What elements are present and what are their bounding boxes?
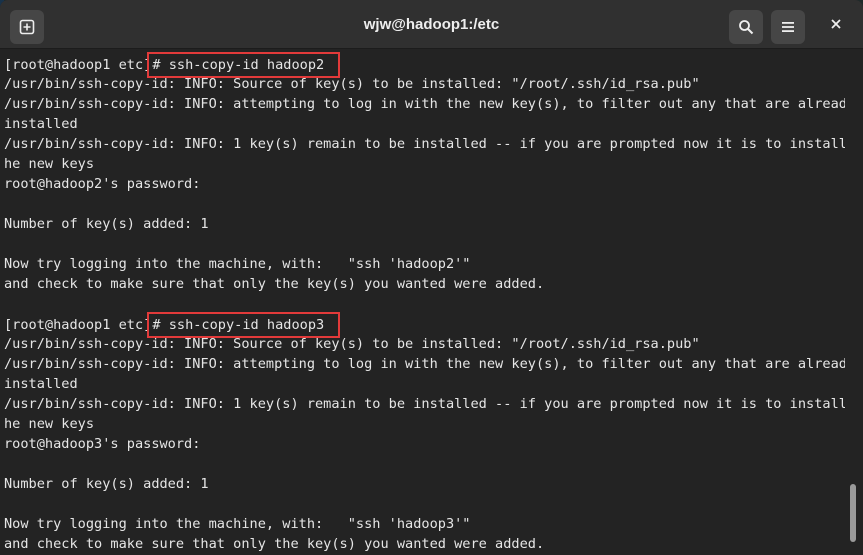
close-button[interactable] <box>823 13 849 39</box>
output-line: root@hadoop3's password: <box>4 436 201 452</box>
output-line: /usr/bin/ssh-copy-id: INFO: 1 key(s) rem… <box>4 396 845 412</box>
output-line: he new keys <box>4 416 95 432</box>
output-line: /usr/bin/ssh-copy-id: INFO: attempting t… <box>4 96 845 112</box>
output-line: installed <box>4 376 78 392</box>
output-line: /usr/bin/ssh-copy-id: INFO: Source of ke… <box>4 76 700 92</box>
output-line: /usr/bin/ssh-copy-id: INFO: Source of ke… <box>4 336 700 352</box>
output-line: root@hadoop2's password: <box>4 176 201 192</box>
highlighted-command: # ssh-copy-id hadoop3 <box>147 312 341 338</box>
title-bar: wjw@hadoop1:/etc <box>0 0 863 49</box>
search-icon <box>738 19 754 35</box>
output-line: Number of key(s) added: 1 <box>4 216 209 232</box>
scrollbar[interactable] <box>849 49 863 555</box>
output-line: and check to make sure that only the key… <box>4 276 545 292</box>
prompt-line: [root@hadoop1 etc]# ssh-copy-id hadoop3 <box>0 312 845 338</box>
terminal-window: wjw@hadoop1:/etc [root@hadoop1 etc]# ssh… <box>0 0 863 555</box>
highlighted-command: # ssh-copy-id hadoop2 <box>147 52 341 78</box>
prompt-prefix: [root@hadoop1 etc] <box>4 317 152 333</box>
terminal-output[interactable]: [root@hadoop1 etc]# ssh-copy-id hadoop2/… <box>0 49 845 555</box>
hamburger-menu-icon <box>781 20 795 34</box>
search-button[interactable] <box>729 10 763 44</box>
output-line: installed <box>4 116 78 132</box>
prompt-prefix: [root@hadoop1 etc] <box>4 57 152 73</box>
output-line: and check to make sure that only the key… <box>4 536 545 552</box>
output-line: Number of key(s) added: 1 <box>4 476 209 492</box>
output-line: he new keys <box>4 156 95 172</box>
output-line: Now try logging into the machine, with: … <box>4 516 471 532</box>
close-icon <box>830 17 842 35</box>
scrollbar-thumb[interactable] <box>850 484 856 542</box>
prompt-line: [root@hadoop1 etc]# ssh-copy-id hadoop2 <box>0 52 845 78</box>
menu-button[interactable] <box>771 10 805 44</box>
output-line: Now try logging into the machine, with: … <box>4 256 471 272</box>
output-line: /usr/bin/ssh-copy-id: INFO: 1 key(s) rem… <box>4 136 845 152</box>
output-line: /usr/bin/ssh-copy-id: INFO: attempting t… <box>4 356 845 372</box>
